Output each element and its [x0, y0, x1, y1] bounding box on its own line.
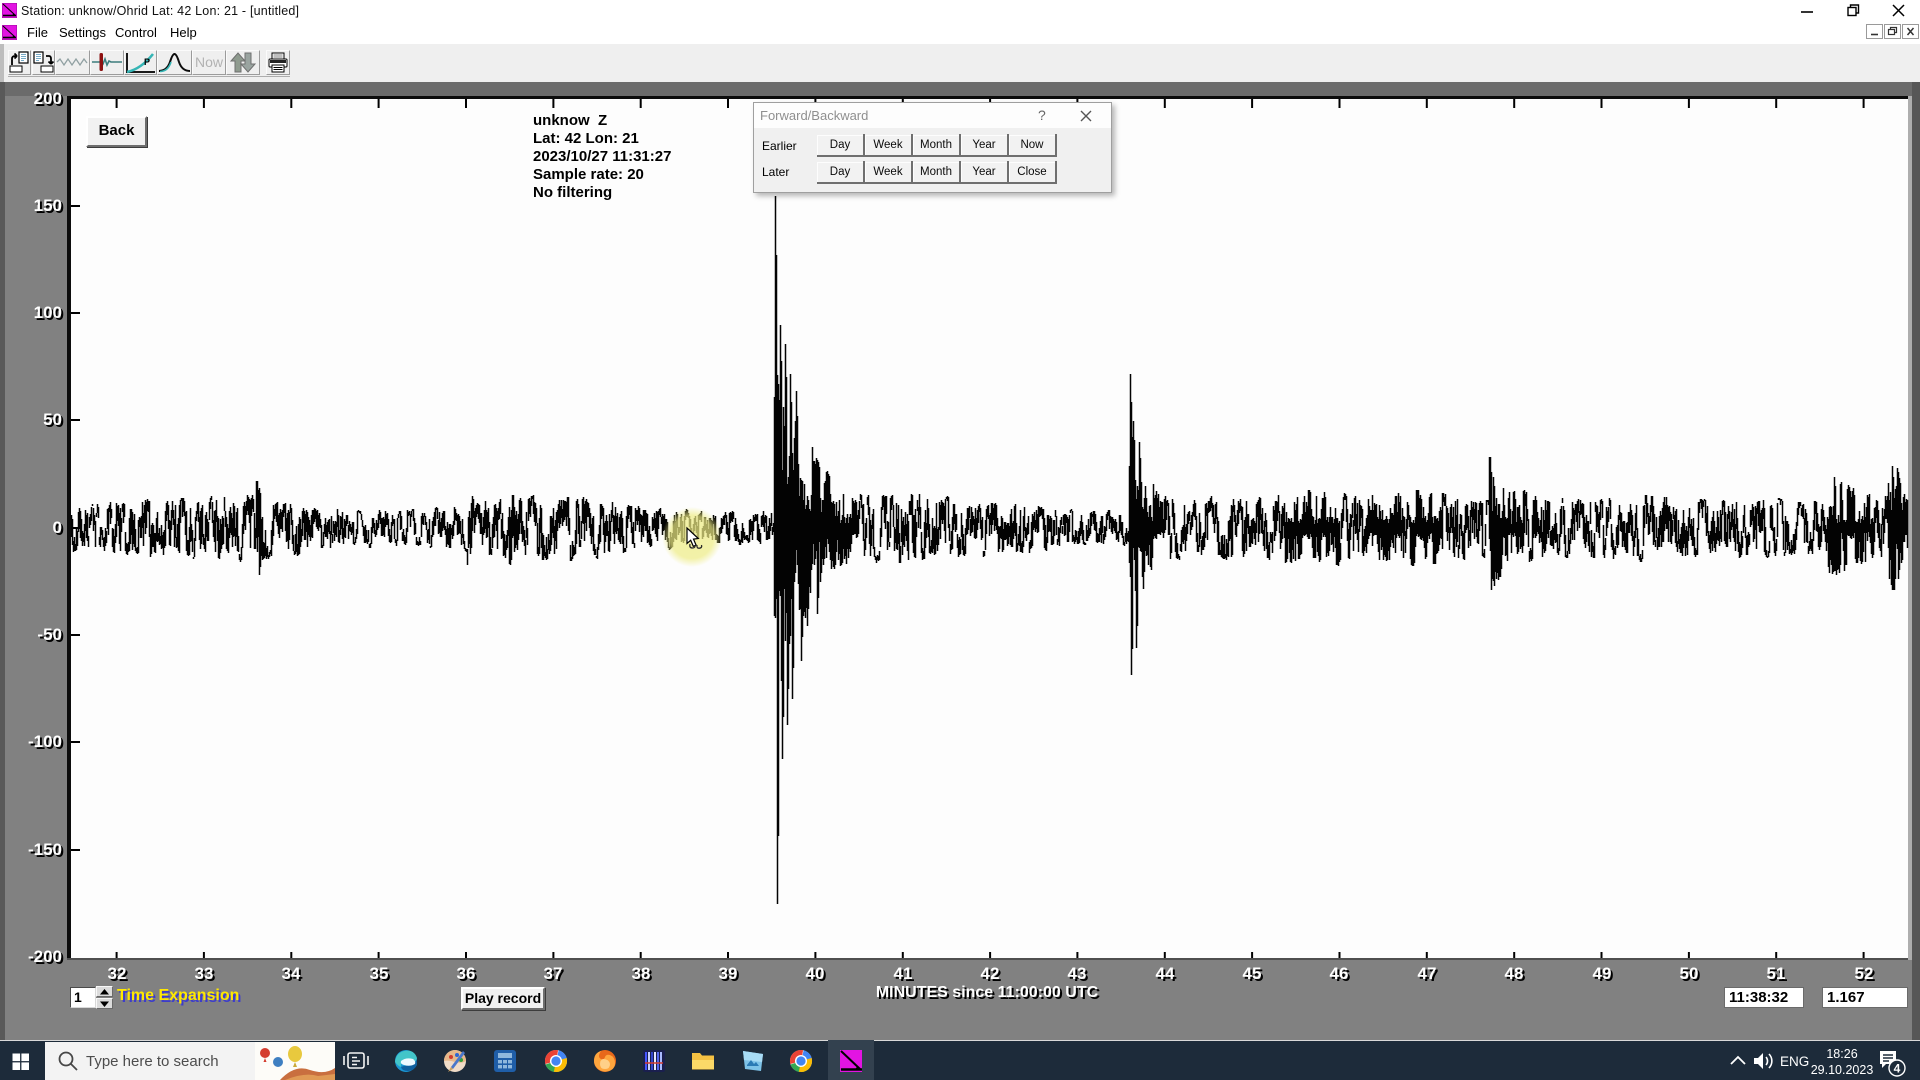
svg-text:Type here to search: Type here to search [86, 1053, 219, 1070]
svg-text:29.10.2023: 29.10.2023 [1811, 1063, 1874, 1077]
svg-text:ENG: ENG [1780, 1054, 1809, 1069]
svg-text:4: 4 [1894, 1062, 1901, 1076]
svg-text:18:26: 18:26 [1826, 1047, 1857, 1061]
svg-text:P: P [144, 57, 150, 67]
